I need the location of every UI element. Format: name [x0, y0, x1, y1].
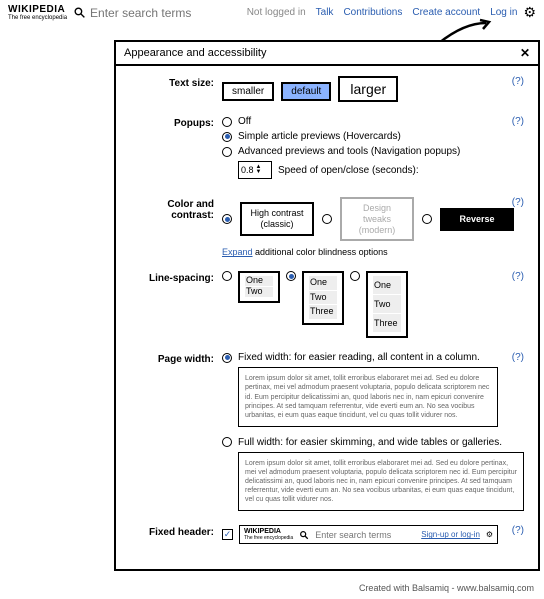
search-icon	[73, 6, 86, 19]
page-width-label: Page width:	[130, 352, 222, 511]
text-size-default[interactable]: default	[281, 82, 331, 101]
popups-simple-radio[interactable]	[222, 132, 232, 142]
gear-icon[interactable]: ⚙	[486, 530, 493, 539]
wikipedia-logo: WIKIPEDIA The free encyclopedia	[8, 5, 67, 21]
page-width-row: Page width: Fixed width: for easier read…	[130, 352, 524, 511]
color-classic-box[interactable]: High contrast(classic)	[240, 202, 314, 236]
text-size-smaller[interactable]: smaller	[222, 82, 274, 101]
pw-fixed-radio[interactable]	[222, 353, 232, 363]
fixed-header-label: Fixed header:	[130, 525, 222, 544]
ls-tight-box[interactable]: OneTwo	[238, 271, 280, 303]
preview-signin-link[interactable]: Sign-up or log-in	[421, 530, 480, 539]
help-icon[interactable]: (?)	[512, 76, 524, 87]
preview-search-input[interactable]	[315, 530, 415, 540]
color-row: Color and contrast: High contrast(classi…	[130, 197, 524, 257]
search-icon	[299, 530, 309, 540]
pw-fixed-label: Fixed width: for easier reading, all con…	[238, 352, 480, 363]
color-modern-box[interactable]: Design tweaks(modern)	[340, 197, 414, 241]
logo-sub: The free encyclopedia	[8, 15, 67, 21]
gear-icon[interactable]: ⚙	[523, 4, 536, 21]
speed-value: 0.8	[241, 165, 254, 175]
speed-label: Speed of open/close (seconds):	[278, 165, 419, 176]
expand-rest: additional color blindness options	[253, 247, 388, 257]
ls-loose-box[interactable]: OneTwoThree	[366, 271, 408, 338]
pw-fixed-preview: Lorem ipsum dolor sit amet, tollit error…	[238, 367, 498, 426]
panel-title-text: Appearance and accessibility	[124, 47, 266, 59]
close-icon[interactable]: ✕	[520, 46, 530, 60]
ls-med-box[interactable]: OneTwoThree	[302, 271, 344, 325]
text-size-row: Text size: smaller default larger (?)	[130, 76, 524, 102]
talk-link[interactable]: Talk	[316, 7, 334, 18]
ls-med-radio[interactable]	[286, 271, 296, 281]
logo-main: WIKIPEDIA	[8, 5, 67, 15]
color-classic-radio[interactable]	[222, 214, 232, 224]
footer-credit: Created with Balsamiq - www.balsamiq.com	[359, 583, 534, 593]
popups-label: Popups:	[130, 116, 222, 183]
help-icon[interactable]: (?)	[512, 116, 524, 127]
help-icon[interactable]: (?)	[512, 271, 524, 282]
color-label: Color and contrast:	[130, 197, 222, 257]
expand-link[interactable]: Expand	[222, 247, 253, 257]
search-wrap	[73, 6, 241, 20]
speed-stepper[interactable]: 0.8▲▼	[238, 161, 272, 179]
panel-body: Text size: smaller default larger (?) Po…	[116, 66, 538, 568]
pw-full-preview: Lorem ipsum dolor sit amet, tollit error…	[238, 452, 524, 511]
ls-tight-radio[interactable]	[222, 271, 232, 281]
text-size-larger[interactable]: larger	[338, 76, 398, 102]
line-spacing-label: Line-spacing:	[130, 271, 222, 338]
fixed-header-row: Fixed header: ✓ WIKIPEDIAThe free encycl…	[130, 525, 524, 544]
popups-row: Popups: Off Simple article previews (Hov…	[130, 116, 524, 183]
color-reverse-box[interactable]: Reverse	[440, 208, 514, 231]
ls-loose-radio[interactable]	[350, 271, 360, 281]
text-size-label: Text size:	[130, 76, 222, 102]
help-icon[interactable]: (?)	[512, 197, 524, 208]
fixed-header-preview: WIKIPEDIAThe free encyclopedia Sign-up o…	[239, 525, 498, 544]
search-input[interactable]	[90, 6, 230, 20]
popups-advanced-label: Advanced previews and tools (Navigation …	[238, 146, 460, 157]
preview-logo: WIKIPEDIAThe free encyclopedia	[244, 528, 293, 541]
popups-simple-label: Simple article previews (Hovercards)	[238, 131, 401, 142]
color-reverse-radio[interactable]	[422, 214, 432, 224]
panel-titlebar: Appearance and accessibility ✕	[116, 42, 538, 66]
log-in-link[interactable]: Log in	[490, 7, 517, 18]
stepper-arrows-icon[interactable]: ▲▼	[256, 165, 262, 175]
fixed-header-checkbox[interactable]: ✓	[222, 529, 233, 540]
popups-advanced-radio[interactable]	[222, 147, 232, 157]
pw-full-radio[interactable]	[222, 437, 232, 447]
help-icon[interactable]: (?)	[512, 525, 524, 536]
line-spacing-row: Line-spacing: OneTwo OneTwoThree OneTwoT…	[130, 271, 524, 338]
color-modern-radio[interactable]	[322, 214, 332, 224]
popups-off-radio[interactable]	[222, 117, 232, 127]
contributions-link[interactable]: Contributions	[343, 7, 402, 18]
pw-full-label: Full width: for easier skimming, and wid…	[238, 437, 502, 448]
create-account-link[interactable]: Create account	[412, 7, 480, 18]
popups-off-label: Off	[238, 116, 251, 127]
help-icon[interactable]: (?)	[512, 352, 524, 363]
not-logged-in: Not logged in	[247, 7, 306, 18]
top-links: Not logged in Talk Contributions Create …	[247, 7, 518, 18]
appearance-panel: Appearance and accessibility ✕ Text size…	[114, 40, 540, 571]
